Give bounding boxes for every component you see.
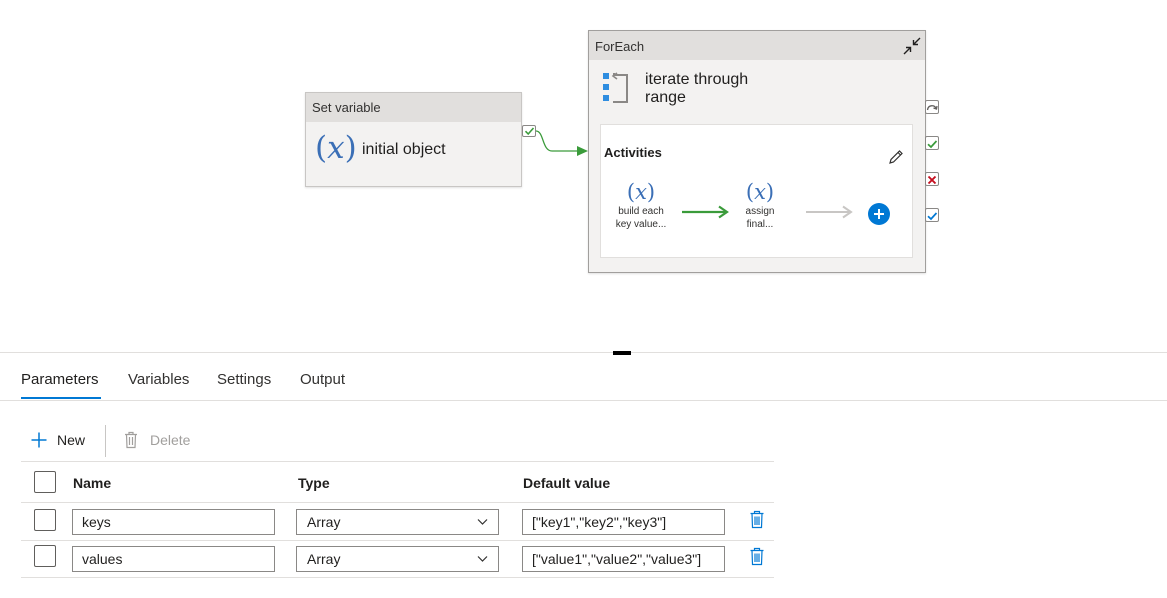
foreach-title-line2: range (645, 89, 686, 106)
tab-variables[interactable]: Variables (128, 371, 189, 388)
foreach-title-line1: iterate through (645, 71, 749, 88)
delete-button-label: Delete (150, 432, 191, 448)
activity-type-label: ForEach (589, 31, 925, 60)
column-header-name: Name (73, 475, 112, 491)
chevron-down-icon (477, 556, 488, 562)
checkmark-icon (927, 140, 938, 149)
tab-parameters[interactable]: Parameters (21, 371, 99, 388)
activities-panel: Activities (x) build each key value... (… (600, 124, 913, 258)
select-all-checkbox[interactable] (34, 471, 56, 493)
pipeline-canvas[interactable]: Set variable (x) initial object ForEach … (0, 0, 1167, 352)
collapse-icon[interactable] (901, 35, 923, 57)
skip-port[interactable] (925, 100, 939, 114)
add-activity-button[interactable] (868, 203, 890, 225)
inner-activity-build-each[interactable]: (x) build each key value... (606, 181, 676, 231)
activity-name: initial object (362, 141, 446, 158)
checkmark-blue-icon (927, 212, 938, 221)
completion-port[interactable] (925, 208, 939, 222)
variable-x-icon: (x) (626, 180, 656, 204)
activities-title: Activities (604, 145, 662, 160)
selected-type: Array (307, 514, 341, 530)
row-divider (21, 540, 774, 541)
foreach-loop-icon (603, 72, 628, 103)
label-line2: final... (746, 219, 774, 230)
active-tab-indicator (21, 397, 101, 399)
parameter-type-select[interactable]: Array (296, 546, 499, 572)
set-variable-activity[interactable]: Set variable (x) initial object (305, 92, 522, 187)
label-line2: key value... (615, 219, 667, 230)
table-top-border (21, 461, 774, 462)
column-header-type: Type (298, 475, 330, 491)
row-checkbox[interactable] (34, 545, 56, 567)
parameter-type-select[interactable]: Array (296, 509, 499, 535)
failure-port[interactable] (925, 172, 939, 186)
inner-activity-label: assign final... (725, 205, 795, 231)
activity-type-label: Set variable (306, 93, 521, 122)
inner-activity-assign[interactable]: (x) assign final... (725, 181, 795, 231)
panel-splitter[interactable] (0, 352, 1167, 353)
default-value-input[interactable]: ["key1","key2","key3"] (522, 509, 725, 535)
cross-icon (927, 175, 937, 185)
inner-activity-label: build each key value... (606, 205, 676, 231)
delete-button[interactable]: Delete (123, 428, 190, 452)
tab-settings[interactable]: Settings (217, 371, 271, 388)
properties-tabs: Parameters Variables Settings Output (0, 360, 1167, 401)
row-checkbox[interactable] (34, 509, 56, 531)
toolbar-separator (105, 425, 106, 457)
skip-arrow-icon (926, 105, 938, 111)
edit-pencil-icon[interactable] (888, 149, 904, 165)
tab-output[interactable]: Output (300, 371, 345, 388)
plus-icon (874, 209, 884, 219)
foreach-title: iterate through range (645, 71, 748, 107)
splitter-handle[interactable] (613, 351, 631, 355)
success-connector-arrow (535, 130, 588, 156)
label-line1: build each (618, 206, 664, 217)
default-value-input[interactable]: ["value1","value2","value3"] (522, 546, 725, 572)
trash-icon[interactable] (749, 547, 765, 566)
plus-icon (31, 432, 47, 448)
row-divider (21, 502, 774, 503)
parameter-name-input[interactable]: values (72, 546, 275, 572)
label-line1: assign (745, 206, 775, 217)
trash-icon (125, 431, 137, 449)
parameter-name-input[interactable]: keys (72, 509, 275, 535)
chevron-down-icon (477, 519, 488, 525)
gray-arrow (806, 205, 853, 219)
variable-x-icon: (x) (745, 180, 775, 204)
foreach-activity[interactable]: ForEach iterate through range Activities… (588, 30, 926, 273)
new-button[interactable]: New (30, 428, 85, 452)
column-header-default-value: Default value (523, 475, 611, 491)
new-button-label: New (57, 432, 86, 448)
success-port[interactable] (925, 136, 939, 150)
table-bottom-border (21, 577, 774, 578)
variable-x-icon: (x) (315, 130, 357, 166)
green-arrow (682, 205, 729, 219)
selected-type: Array (307, 551, 341, 567)
trash-icon[interactable] (749, 510, 765, 529)
